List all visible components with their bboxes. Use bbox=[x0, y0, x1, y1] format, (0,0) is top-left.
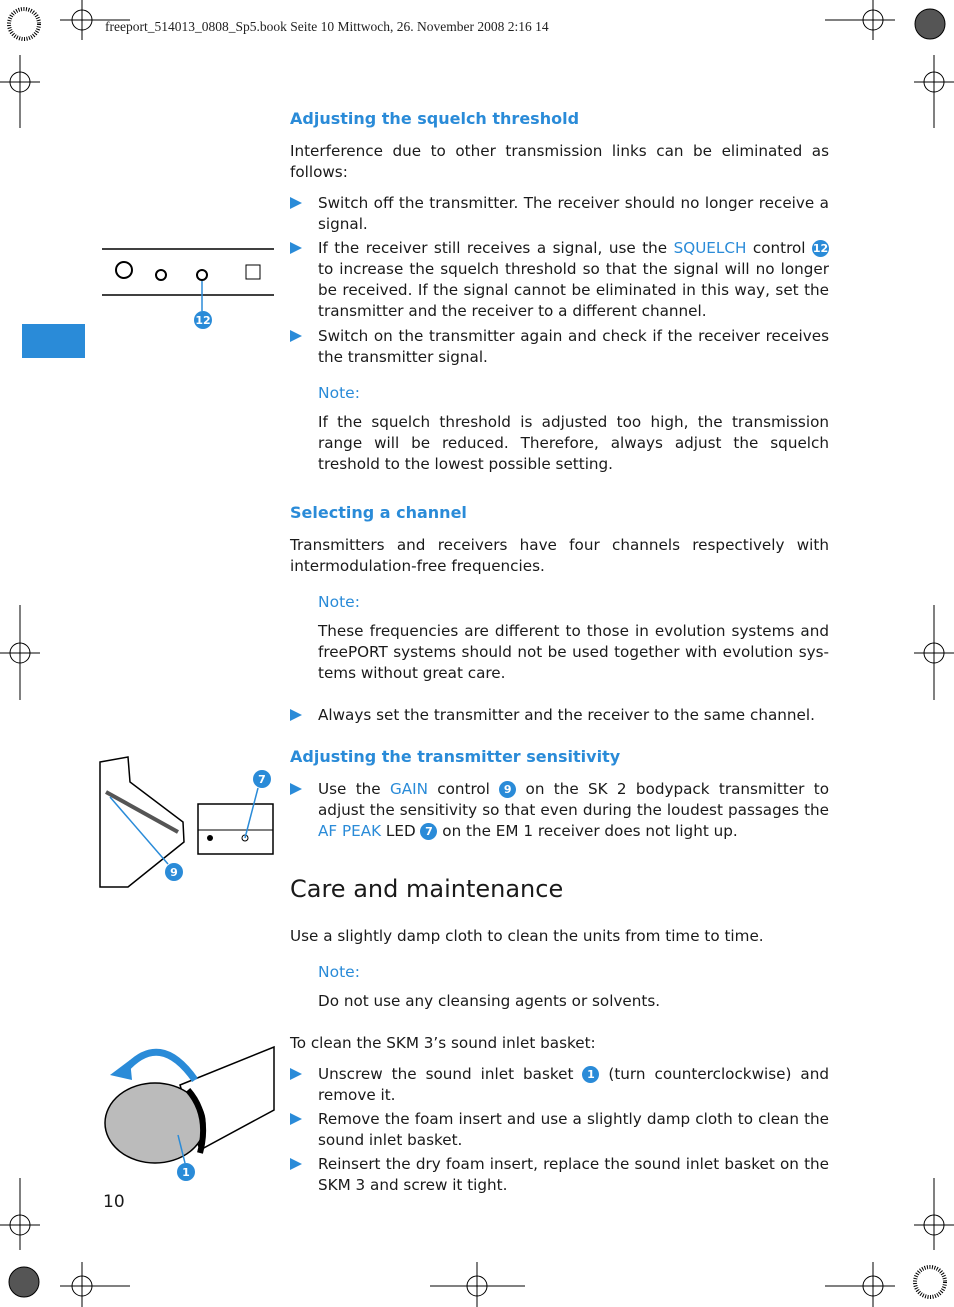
heading-squelch: Adjusting the squelch threshold bbox=[290, 109, 580, 128]
bullet-arrow-icon bbox=[290, 783, 302, 795]
list-item: If the receiver still receives a signal,… bbox=[290, 238, 829, 322]
list-item-text: Remove the foam insert and use a slightl… bbox=[318, 1109, 829, 1151]
list-item: Switch on the transmitter again and chec… bbox=[290, 326, 829, 368]
text-run: Switch off the transmitter. The receiver… bbox=[318, 194, 829, 233]
document-page: { "header":{"slug":"freeport_514013_0808… bbox=[0, 0, 954, 1307]
bullet-arrow-icon bbox=[290, 1113, 302, 1125]
channel-intro: Transmitters and receivers have four cha… bbox=[290, 536, 829, 575]
text-run: Remove the foam insert and use a slightl… bbox=[318, 1110, 829, 1149]
bullet-arrow-icon bbox=[290, 1158, 302, 1170]
text-run: to increase the squelch threshold so tha… bbox=[318, 260, 829, 320]
control-label: AF PEAK bbox=[318, 822, 382, 840]
text-run: Always set the transmitter and the recei… bbox=[318, 706, 815, 724]
note-label: Note: bbox=[318, 593, 360, 611]
care-lead: To clean the SKM 3’s sound inlet basket: bbox=[290, 1034, 596, 1052]
control-label: SQUELCH bbox=[673, 239, 747, 257]
page-number: 10 bbox=[103, 1192, 125, 1212]
note-text: These frequencies are different to those… bbox=[318, 622, 829, 682]
note-label: Note: bbox=[318, 963, 360, 981]
list-item-text: Unscrew the sound inlet basket 1 (turn c… bbox=[318, 1064, 829, 1106]
figure-callout: 12 bbox=[195, 314, 210, 327]
text-run: Use the bbox=[318, 780, 390, 798]
microphone-figure: 1 bbox=[104, 1045, 275, 1181]
text-run: on the EM 1 receiver does not light up. bbox=[437, 822, 738, 840]
list-item-text: Switch off the transmitter. The receiver… bbox=[318, 193, 829, 235]
heading-sensitivity: Adjusting the transmitter sensitivity bbox=[290, 747, 621, 766]
text-run: Reinsert the dry foam insert, replace th… bbox=[318, 1155, 829, 1194]
list-item: Remove the foam insert and use a slightl… bbox=[290, 1109, 829, 1151]
list-item: Always set the transmitter and the recei… bbox=[290, 705, 829, 726]
text-run: LED bbox=[381, 822, 421, 840]
squelch-intro: Interference due to other transmission l… bbox=[290, 142, 829, 181]
note-text: Do not use any cleansing agents or solve… bbox=[318, 992, 661, 1010]
note-text: If the squelch threshold is adjusted too… bbox=[318, 413, 829, 473]
care-intro: Use a slightly damp cloth to clean the u… bbox=[290, 927, 764, 945]
transmitter-receiver-figure: 9 7 bbox=[99, 756, 274, 888]
bullet-arrow-icon bbox=[290, 709, 302, 721]
list-item-text: Switch on the transmitter again and chec… bbox=[318, 326, 829, 368]
note-label: Note: bbox=[318, 384, 360, 402]
list-item: Use the GAIN control 9 on the SK 2 bodyp… bbox=[290, 779, 829, 842]
text-run: control bbox=[427, 780, 500, 798]
figure-callout: 1 bbox=[182, 1166, 190, 1179]
heading-care: Care and maintenance bbox=[290, 875, 564, 903]
text-run: Unscrew the sound inlet basket bbox=[318, 1065, 583, 1083]
list-item-text: If the receiver still receives a signal,… bbox=[318, 238, 829, 322]
text-run: control bbox=[746, 239, 812, 257]
callout-number: 9 bbox=[499, 781, 517, 798]
callout-number: 7 bbox=[420, 823, 438, 840]
callout-number: 1 bbox=[582, 1066, 600, 1083]
figure-callout: 7 bbox=[258, 773, 266, 786]
bullet-arrow-icon bbox=[290, 197, 302, 209]
bullet-arrow-icon bbox=[290, 330, 302, 342]
figure-callout: 9 bbox=[170, 866, 178, 879]
text-run: Switch on the transmitter again and chec… bbox=[318, 327, 829, 366]
control-label: GAIN bbox=[389, 780, 428, 798]
list-item-text: Always set the transmitter and the recei… bbox=[318, 705, 829, 726]
callout-number: 12 bbox=[812, 240, 829, 257]
list-item: Reinsert the dry foam insert, replace th… bbox=[290, 1154, 829, 1196]
bullet-arrow-icon bbox=[290, 1068, 302, 1080]
heading-channel: Selecting a channel bbox=[290, 503, 467, 522]
list-item-text: Use the GAIN control 9 on the SK 2 bodyp… bbox=[318, 779, 829, 842]
text-run: If the receiver still receives a signal,… bbox=[318, 239, 674, 257]
list-item: Unscrew the sound inlet basket 1 (turn c… bbox=[290, 1064, 829, 1106]
list-item-text: Reinsert the dry foam insert, replace th… bbox=[318, 1154, 829, 1196]
bullet-arrow-icon bbox=[290, 242, 302, 254]
list-item: Switch off the transmitter. The receiver… bbox=[290, 193, 829, 235]
receiver-panel-figure: 12 bbox=[102, 248, 274, 329]
